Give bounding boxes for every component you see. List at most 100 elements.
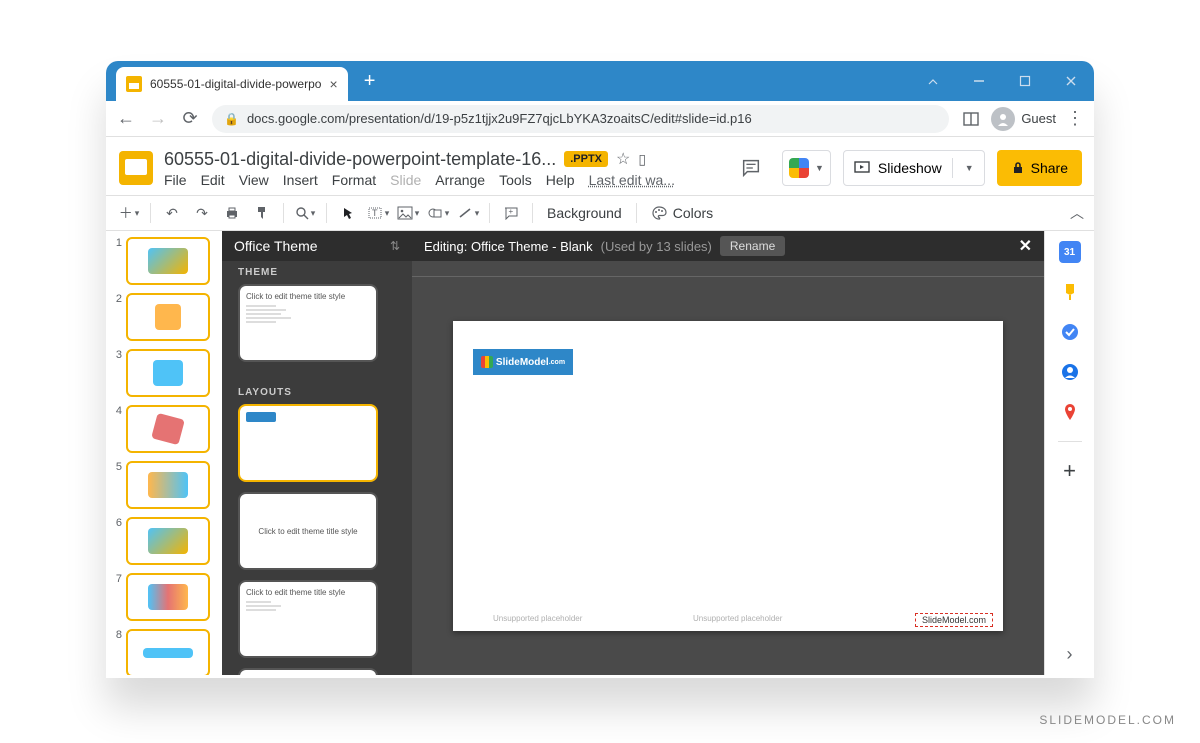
nav-forward-icon[interactable]: →: [148, 108, 168, 129]
undo-icon[interactable]: ↶: [159, 200, 185, 226]
reader-mode-icon[interactable]: [961, 109, 981, 129]
comment-tool-icon[interactable]: +: [498, 200, 524, 226]
rename-button[interactable]: Rename: [720, 236, 785, 256]
browser-menu-icon[interactable]: ⋮: [1066, 108, 1084, 129]
menu-tools[interactable]: Tools: [499, 172, 532, 188]
slideshow-label: Slideshow: [878, 160, 942, 176]
filmstrip-slide[interactable]: 7: [110, 573, 218, 621]
new-slide-button[interactable]: ＋▾: [116, 200, 142, 226]
menu-edit[interactable]: Edit: [201, 172, 225, 188]
side-panel: 31 + ›: [1044, 231, 1094, 675]
window-close-icon[interactable]: [1048, 61, 1094, 101]
slide-canvas[interactable]: SlideModel.com Unsupported placeholder U…: [412, 277, 1044, 675]
contacts-icon[interactable]: [1059, 361, 1081, 383]
window-minimize-icon[interactable]: [910, 61, 956, 101]
profile-chip[interactable]: Guest: [991, 107, 1056, 131]
theme-panel: Office Theme ⇅ THEME Click to edit theme…: [222, 231, 412, 675]
collapse-toolbar-icon[interactable]: ︿: [1070, 203, 1084, 223]
comments-icon[interactable]: [732, 149, 770, 187]
image-tool-icon[interactable]: ▾: [395, 200, 421, 226]
share-button[interactable]: Share: [997, 150, 1082, 186]
shape-tool-icon[interactable]: ▾: [425, 200, 451, 226]
layouts-section-header: LAYOUTS: [222, 381, 412, 404]
address-bar: ← → ⟳ 🔒 docs.google.com/presentation/d/1…: [106, 101, 1094, 137]
slide-master[interactable]: SlideModel.com Unsupported placeholder U…: [453, 321, 1003, 631]
last-edit-link[interactable]: Last edit wa...: [589, 172, 675, 188]
horizontal-ruler: [412, 261, 1044, 277]
layout-thumb[interactable]: [238, 668, 378, 675]
theme-panel-title[interactable]: Office Theme ⇅: [222, 231, 412, 261]
placeholder-label: Unsupported placeholder: [693, 614, 782, 623]
layout-thumb[interactable]: Click to edit theme title style: [238, 492, 378, 570]
meet-logo-icon: [789, 158, 809, 178]
menu-insert[interactable]: Insert: [283, 172, 318, 188]
avatar-icon: [991, 107, 1015, 131]
window-maximize-icon[interactable]: [1002, 61, 1048, 101]
menu-help[interactable]: Help: [546, 172, 575, 188]
filmstrip-slide[interactable]: 2: [110, 293, 218, 341]
select-tool-icon[interactable]: [335, 200, 361, 226]
browser-window: 60555-01-digital-divide-powerpo × + ← → …: [106, 61, 1094, 678]
url-text: docs.google.com/presentation/d/19-p5z1tj…: [247, 111, 937, 126]
filmstrip-slide[interactable]: 5: [110, 461, 218, 509]
menu-bar: File Edit View Insert Format Slide Arran…: [164, 172, 675, 188]
slidemodel-logo[interactable]: SlideModel.com: [473, 349, 573, 375]
addons-icon[interactable]: +: [1059, 460, 1081, 482]
play-icon: [854, 160, 870, 176]
menu-slide: Slide: [390, 172, 421, 188]
window-controls: [910, 61, 1094, 101]
canvas-header: Editing: Office Theme - Blank (Used by 1…: [412, 231, 1044, 261]
zoom-icon[interactable]: ▾: [292, 200, 318, 226]
filmstrip-slide[interactable]: 1: [110, 237, 218, 285]
sort-icon[interactable]: ⇅: [390, 239, 400, 253]
nav-reload-icon[interactable]: ⟳: [180, 108, 200, 129]
print-icon[interactable]: [219, 200, 245, 226]
line-tool-icon[interactable]: ▾: [455, 200, 481, 226]
redo-icon[interactable]: ↷: [189, 200, 215, 226]
toolbar: ＋▾ ↶ ↷ ▾ T▾ ▾ ▾ ▾ + Background Colors ︿: [106, 195, 1094, 231]
filmstrip-slide[interactable]: 4: [110, 405, 218, 453]
maps-icon[interactable]: [1059, 401, 1081, 423]
footer-placeholder[interactable]: SlideModel.com: [915, 613, 993, 627]
theme-section-header: THEME: [222, 261, 412, 284]
paint-format-icon[interactable]: [249, 200, 275, 226]
menu-arrange[interactable]: Arrange: [435, 172, 485, 188]
menu-format[interactable]: Format: [332, 172, 376, 188]
calendar-icon[interactable]: 31: [1059, 241, 1081, 263]
palette-icon: [651, 205, 667, 221]
menu-view[interactable]: View: [239, 172, 269, 188]
filmstrip-slide[interactable]: 8: [110, 629, 218, 675]
browser-tab[interactable]: 60555-01-digital-divide-powerpo ×: [116, 67, 348, 101]
slideshow-button[interactable]: Slideshow ▼: [843, 150, 985, 186]
menu-file[interactable]: File: [164, 172, 187, 188]
background-button[interactable]: Background: [541, 205, 628, 221]
meet-button[interactable]: ▼: [782, 150, 831, 186]
colors-button[interactable]: Colors: [645, 205, 719, 221]
svg-text:+: +: [509, 207, 514, 216]
new-tab-button[interactable]: +: [356, 67, 384, 95]
layout-thumb[interactable]: Click to edit theme title style: [238, 580, 378, 658]
tab-close-icon[interactable]: ×: [329, 76, 337, 92]
tasks-icon[interactable]: [1059, 321, 1081, 343]
keep-icon[interactable]: [1059, 281, 1081, 303]
pptx-badge: .PPTX: [564, 151, 608, 167]
share-label: Share: [1031, 160, 1068, 176]
star-icon[interactable]: ☆: [616, 149, 630, 169]
chevron-down-icon: ▼: [815, 163, 824, 173]
collapse-panel-icon[interactable]: ›: [1059, 643, 1081, 665]
document-title[interactable]: 60555-01-digital-divide-powerpoint-templ…: [164, 149, 556, 170]
filmstrip-slide[interactable]: 6: [110, 517, 218, 565]
filmstrip-slide[interactable]: 3: [110, 349, 218, 397]
main-area: 1 2 3 4 5 6 7 8 Office Theme ⇅ THEME Cli…: [106, 231, 1094, 675]
nav-back-icon[interactable]: ←: [116, 108, 136, 129]
textbox-tool-icon[interactable]: T▾: [365, 200, 391, 226]
layout-thumb[interactable]: [238, 404, 378, 482]
theme-master-thumb[interactable]: Click to edit theme title style: [238, 284, 378, 362]
tab-title: 60555-01-digital-divide-powerpo: [150, 77, 321, 91]
filmstrip[interactable]: 1 2 3 4 5 6 7 8: [106, 231, 222, 675]
slides-logo-icon[interactable]: [116, 148, 156, 188]
move-icon[interactable]: ▯: [638, 151, 646, 168]
close-theme-editor-icon[interactable]: ✕: [1019, 236, 1032, 256]
window-line-icon[interactable]: [956, 61, 1002, 101]
url-box[interactable]: 🔒 docs.google.com/presentation/d/19-p5z1…: [212, 105, 949, 133]
